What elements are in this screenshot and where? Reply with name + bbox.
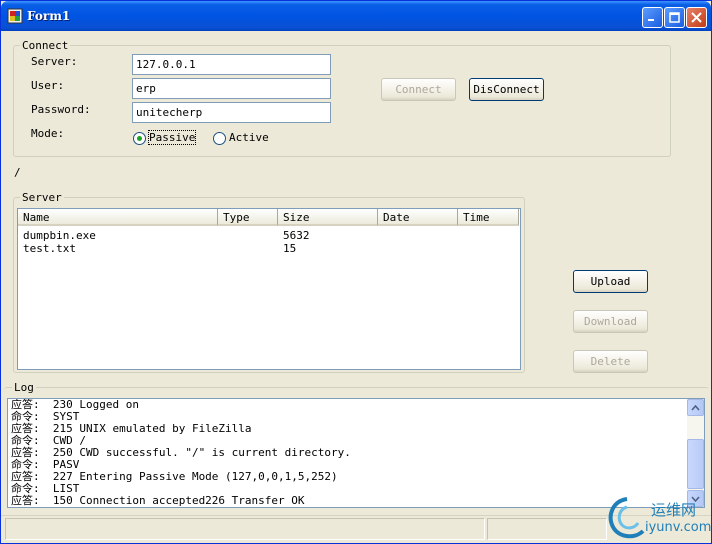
log-legend: Log (14, 381, 34, 394)
password-input[interactable]: unitecherp (132, 102, 331, 123)
maximize-button[interactable] (664, 7, 685, 28)
server-file-list[interactable]: Name Type Size Date Time dumpbin.exe 563… (17, 208, 521, 370)
chevron-up-icon (691, 404, 700, 411)
app-icon (7, 8, 23, 24)
active-radio-label[interactable]: Active (229, 131, 269, 144)
column-header-time[interactable]: Time (458, 209, 519, 226)
connect-button[interactable]: Connect (381, 78, 456, 101)
passive-radio[interactable] (133, 132, 146, 145)
column-header-size[interactable]: Size (278, 209, 378, 226)
file-name: test.txt (23, 242, 76, 255)
table-row[interactable]: dumpbin.exe 5632 (18, 229, 519, 242)
scrollbar-thumb[interactable] (687, 439, 704, 489)
user-label: User: (31, 79, 65, 92)
server-label: Server: (31, 55, 78, 68)
file-size: 5632 (283, 229, 310, 242)
server-legend: Server (22, 191, 62, 204)
file-date (378, 229, 458, 242)
file-time (458, 229, 519, 242)
maximize-icon (669, 12, 680, 23)
server-input[interactable]: 127.0.0.1 (132, 54, 331, 75)
download-button[interactable]: Download (573, 310, 648, 333)
log-line: 应答: 250 CWD successful. "/" is current d… (11, 446, 351, 459)
status-panel-main (5, 518, 485, 540)
watermark-logo: 运维网 iyunv.com (605, 493, 712, 541)
file-date (378, 242, 458, 255)
disconnect-button[interactable]: DisConnect (469, 78, 544, 101)
current-path: / (14, 166, 21, 179)
close-icon (691, 12, 702, 23)
file-size: 15 (283, 242, 297, 255)
connect-group: Connect (13, 39, 671, 157)
main-window: Form1 Connect Server: 127.0.0.1 User: er… (0, 0, 712, 544)
delete-button[interactable]: Delete (573, 350, 648, 373)
log-textbox[interactable]: 应答: 230 Logged on 命令: SYST 应答: 215 UNIX … (7, 398, 705, 508)
file-list-header: Name Type Size Date Time (18, 209, 519, 226)
title-bar[interactable]: Form1 (1, 1, 711, 31)
swirl-logo-icon (608, 497, 645, 539)
status-panel-secondary (487, 518, 607, 540)
table-row[interactable]: test.txt 15 (18, 242, 519, 255)
log-line: 应答: 150 Connection accepted226 Transfer … (11, 494, 305, 507)
log-line: 应答: 230 Logged on (11, 398, 139, 411)
close-button[interactable] (686, 7, 707, 28)
file-type (218, 242, 278, 255)
password-label: Password: (31, 103, 91, 116)
log-vertical-scrollbar[interactable] (687, 399, 704, 507)
active-radio[interactable] (213, 132, 226, 145)
column-header-name[interactable]: Name (18, 209, 218, 226)
radio-selected-dot (137, 136, 142, 141)
passive-radio-label[interactable]: Passive (147, 130, 197, 145)
file-time (458, 242, 519, 255)
column-header-date[interactable]: Date (378, 209, 458, 226)
connect-legend: Connect (22, 39, 69, 52)
window-title: Form1 (27, 9, 71, 23)
scroll-up-button[interactable] (687, 399, 704, 416)
watermark-text: 运维网 (651, 501, 697, 519)
file-type (218, 229, 278, 242)
log-line: 应答: 215 UNIX emulated by FileZilla (11, 422, 252, 435)
log-line: 应答: 227 Entering Passive Mode (127,0,0,1… (11, 470, 338, 483)
file-name: dumpbin.exe (23, 229, 96, 242)
watermark-url: iyunv.com (645, 520, 712, 535)
column-header-type[interactable]: Type (218, 209, 278, 226)
mode-label: Mode: (31, 127, 65, 140)
minimize-icon (648, 19, 654, 21)
upload-button[interactable]: Upload (573, 270, 648, 293)
minimize-button[interactable] (642, 7, 663, 28)
user-input[interactable]: erp (132, 78, 331, 99)
